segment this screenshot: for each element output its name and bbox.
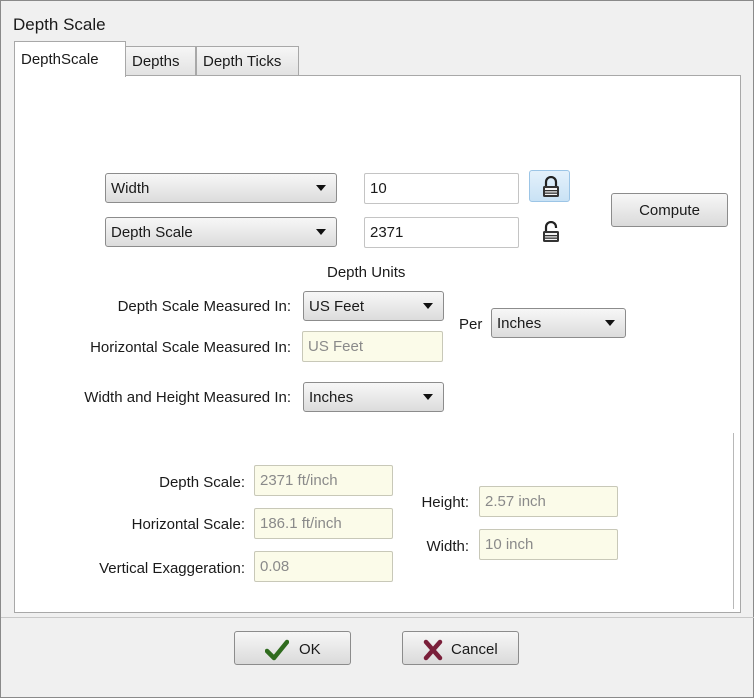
- cancel-label: Cancel: [451, 641, 498, 658]
- per-unit-select[interactable]: Inches: [491, 308, 626, 338]
- horizontal-measured-label: Horizontal Scale Measured In:: [90, 339, 291, 356]
- height-result-field: 2.57 inch: [479, 486, 618, 517]
- chevron-down-icon: [316, 185, 326, 191]
- chevron-down-icon: [423, 303, 433, 309]
- vertical-exaggeration-field: 0.08: [254, 551, 393, 582]
- horizontal-measured-field: US Feet: [302, 331, 443, 362]
- tab-depth-ticks[interactable]: Depth Ticks: [196, 46, 299, 75]
- depth-measured-value: US Feet: [309, 298, 365, 315]
- close-icon: [422, 639, 444, 665]
- chevron-down-icon: [605, 320, 615, 326]
- lock-toggle-1[interactable]: [529, 170, 570, 202]
- horizontal-scale-result-field: 186.1 ft/inch: [254, 508, 393, 539]
- wh-measured-value: Inches: [309, 389, 354, 406]
- depth-scale-result-field: 2371 ft/inch: [254, 465, 393, 496]
- scale-selector-2-value: Depth Scale: [111, 224, 193, 241]
- scale-selector-1-value: Width: [111, 180, 150, 197]
- scale-value-1-input[interactable]: 10: [364, 173, 519, 204]
- wh-measured-label: Width and Height Measured In:: [84, 389, 291, 406]
- panel-divider: [733, 433, 734, 609]
- per-label: Per: [459, 316, 483, 333]
- depth-scale-result-label: Depth Scale:: [159, 474, 245, 491]
- scale-selector-2[interactable]: Depth Scale: [105, 217, 337, 247]
- depth-units-heading: Depth Units: [327, 264, 406, 281]
- tab-depths[interactable]: Depths: [125, 46, 196, 75]
- compute-button[interactable]: Compute: [611, 193, 728, 227]
- footer-divider: [1, 617, 754, 618]
- checkmark-icon: [264, 639, 290, 665]
- chevron-down-icon: [316, 229, 326, 235]
- scale-value-2-input[interactable]: 2371: [364, 217, 519, 248]
- horizontal-scale-result-label: Horizontal Scale:: [131, 516, 245, 533]
- wh-measured-select[interactable]: Inches: [303, 382, 444, 412]
- height-result-label: Height:: [421, 494, 469, 511]
- depth-scale-dialog: Depth Scale DepthScale Depths Depth Tick…: [0, 0, 754, 698]
- window-title: Depth Scale: [13, 15, 106, 34]
- per-unit-value: Inches: [497, 315, 542, 332]
- tab-depthscale[interactable]: DepthScale: [14, 41, 126, 77]
- cancel-button[interactable]: Cancel: [402, 631, 519, 665]
- depth-measured-select[interactable]: US Feet: [303, 291, 444, 321]
- depth-measured-label: Depth Scale Measured In:: [117, 298, 291, 315]
- ok-label: OK: [299, 641, 321, 658]
- ok-button[interactable]: OK: [234, 631, 351, 665]
- lock-toggle-2[interactable]: [529, 215, 570, 247]
- scale-selector-1[interactable]: Width: [105, 173, 337, 203]
- width-result-field: 10 inch: [479, 529, 618, 560]
- vertical-exaggeration-label: Vertical Exaggeration:: [99, 560, 245, 577]
- width-result-label: Width:: [426, 538, 469, 555]
- chevron-down-icon: [423, 394, 433, 400]
